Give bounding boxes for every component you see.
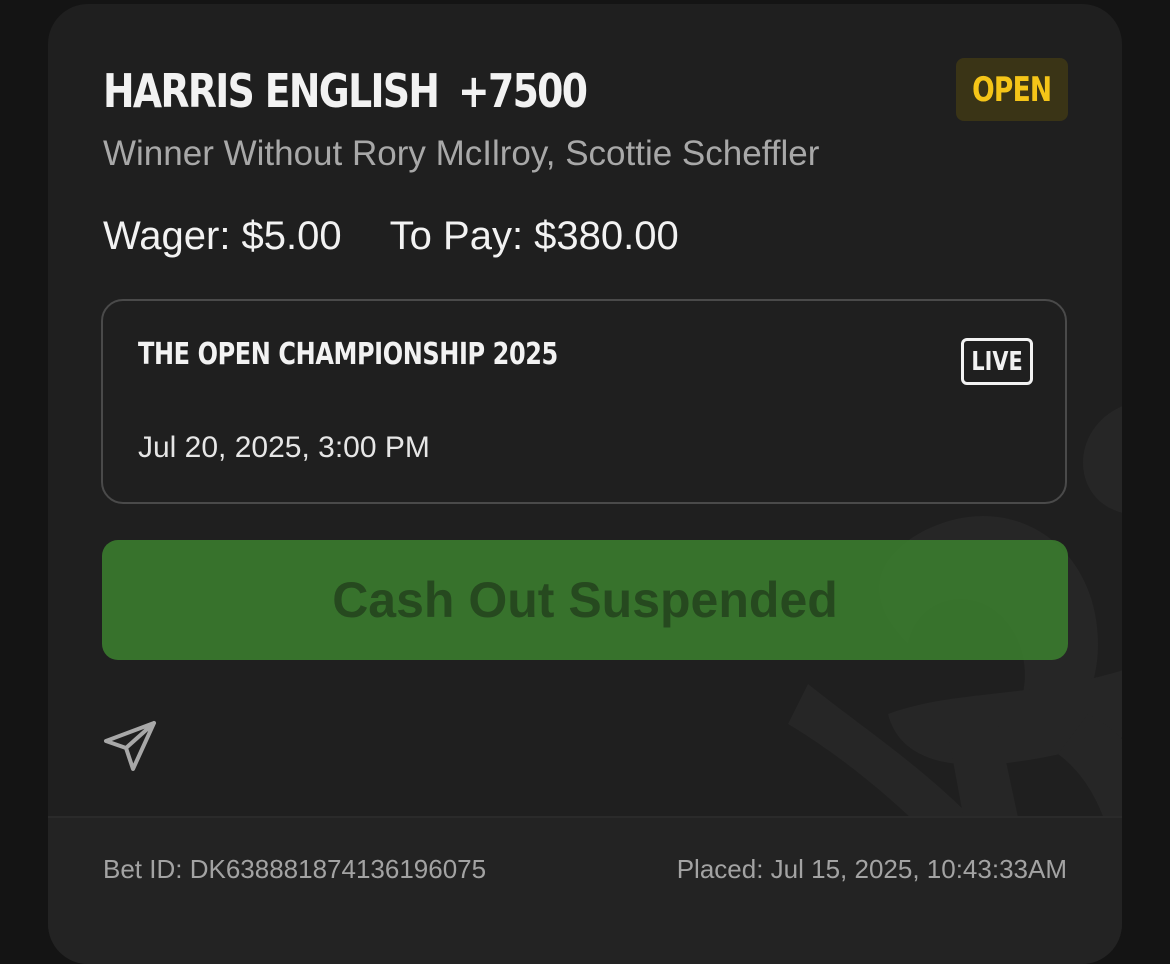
event-datetime: Jul 20, 2025, 3:00 PM	[138, 431, 430, 464]
bet-footer: Bet ID: DK638881874136196075 Placed: Jul…	[48, 816, 1122, 964]
to-pay-amount: To Pay: $380.00	[389, 214, 679, 258]
status-badge: OPEN	[956, 58, 1068, 121]
selection-name: HARRIS ENGLISH	[103, 64, 440, 118]
bet-id: Bet ID: DK638881874136196075	[103, 854, 487, 884]
event-card[interactable]: THE OPEN CHAMPIONSHIP 2025 LIVE Jul 20, …	[101, 299, 1067, 504]
bet-title: HARRIS ENGLISH +7500	[103, 64, 588, 118]
wager-amount: Wager: $5.00	[103, 214, 342, 258]
bet-card: HARRIS ENGLISH +7500 OPEN Winner Without …	[48, 4, 1122, 964]
selection-odds: +7500	[458, 64, 588, 118]
bet-amounts: Wager: $5.00 To Pay: $380.00	[103, 214, 679, 259]
status-label: OPEN	[972, 69, 1052, 110]
live-badge: LIVE	[961, 338, 1033, 385]
cash-out-label: Cash Out Suspended	[332, 572, 838, 628]
cash-out-button[interactable]: Cash Out Suspended	[102, 540, 1068, 660]
placed-timestamp: Placed: Jul 15, 2025, 10:43:33AM	[676, 854, 1067, 884]
market-description: Winner Without Rory McIlroy, Scottie Sch…	[103, 134, 820, 173]
event-name: THE OPEN CHAMPIONSHIP 2025	[138, 337, 558, 372]
send-icon[interactable]	[102, 717, 158, 773]
live-label: LIVE	[971, 346, 1023, 377]
